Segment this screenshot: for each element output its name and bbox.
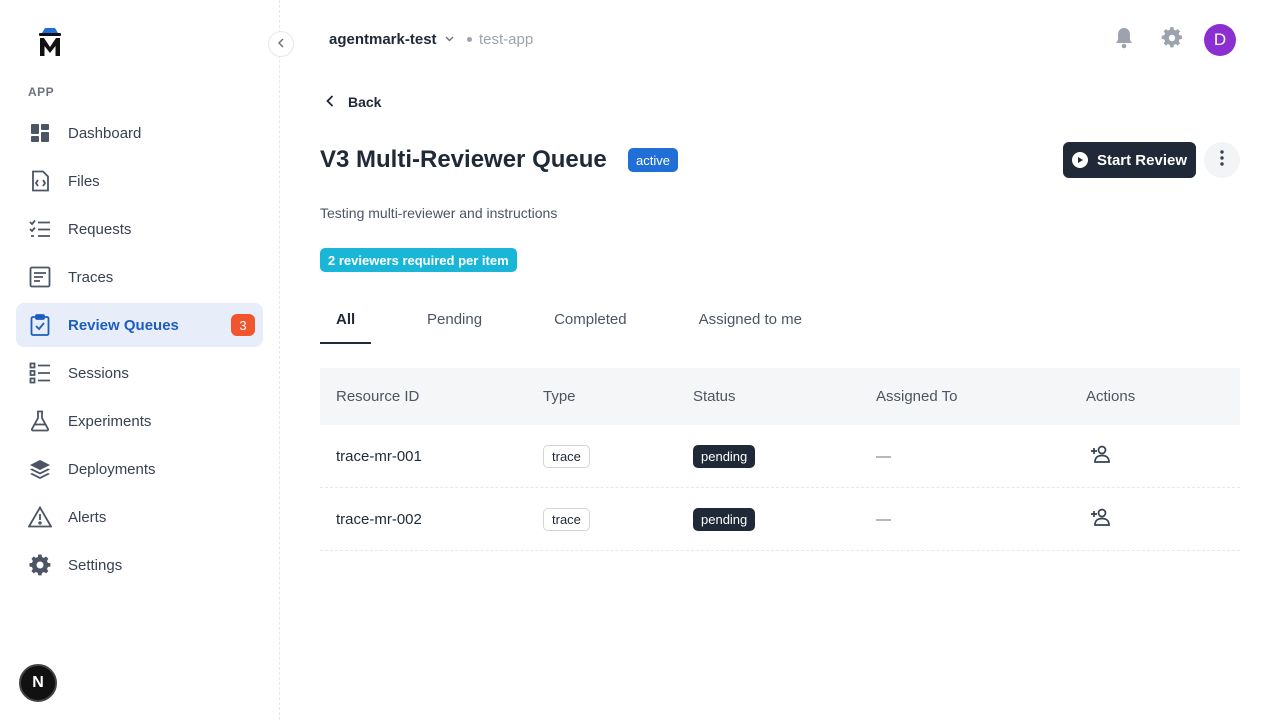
back-label: Back <box>348 94 382 110</box>
sidebar-item-requests[interactable]: Requests <box>16 207 263 251</box>
chevron-down-icon <box>445 34 454 45</box>
sidebar-item-label: Experiments <box>68 412 152 430</box>
status-badge: active <box>628 148 678 172</box>
tab-label: All <box>336 311 356 328</box>
document-icon <box>28 265 52 289</box>
resource-id-cell: trace-mr-002 <box>336 510 422 528</box>
bell-icon <box>1114 27 1134 54</box>
table-row[interactable]: trace-mr-002 trace pending — <box>320 488 1240 551</box>
table-header: Resource ID Type Status Assigned To Acti… <box>320 368 1240 425</box>
chevron-left-icon <box>326 94 334 110</box>
sidebar-item-label: Files <box>68 172 100 190</box>
sidebar-item-settings[interactable]: Settings <box>16 543 263 587</box>
sidebar-item-label: Traces <box>68 268 114 286</box>
dashboard-icon <box>28 121 52 145</box>
status-badge: pending <box>693 444 756 468</box>
sidebar-item-label: Alerts <box>68 508 107 526</box>
column-header-resource-id: Resource ID <box>336 388 420 405</box>
clipboard-check-icon <box>28 313 52 337</box>
tab-all[interactable]: All <box>320 300 371 344</box>
queue-tabs: All Pending Completed Assigned to me <box>320 300 802 344</box>
type-badge: trace <box>543 444 590 468</box>
column-header-type: Type <box>543 388 576 405</box>
code-file-icon <box>28 169 52 193</box>
sidebar-item-deployments[interactable]: Deployments <box>16 447 263 491</box>
queue-description: Testing multi-reviewer and instructions <box>320 205 558 221</box>
sidebar-item-label: Deployments <box>68 460 156 478</box>
reviewers-required-badge: 2 reviewers required per item <box>320 248 517 272</box>
type-badge: trace <box>543 507 590 531</box>
tab-label: Completed <box>554 311 627 328</box>
play-icon <box>1071 152 1088 168</box>
resource-id-cell: trace-mr-001 <box>336 447 422 465</box>
assigned-to-cell: — <box>876 447 891 465</box>
sidebar-item-sessions[interactable]: Sessions <box>16 351 263 395</box>
tab-label: Assigned to me <box>698 311 802 328</box>
settings-button[interactable] <box>1160 26 1184 54</box>
tab-assigned-to-me[interactable]: Assigned to me <box>699 300 802 344</box>
table-row[interactable]: trace-mr-001 trace pending — <box>320 425 1240 488</box>
gear-icon <box>1161 26 1183 54</box>
sidebar-item-traces[interactable]: Traces <box>16 255 263 299</box>
start-review-button[interactable]: Start Review <box>1063 142 1196 178</box>
list-tree-icon <box>28 361 52 385</box>
collapse-sidebar-button[interactable] <box>268 31 294 57</box>
sidebar-item-label: Settings <box>68 556 123 574</box>
gear-icon <box>28 553 52 577</box>
sidebar-nav: Dashboard Files Requests Traces Review Q… <box>16 111 263 591</box>
checklist-icon <box>28 217 52 241</box>
sidebar-item-files[interactable]: Files <box>16 159 263 203</box>
assigned-to-cell: — <box>876 510 891 528</box>
sidebar-item-experiments[interactable]: Experiments <box>16 399 263 443</box>
kebab-menu-icon <box>1220 149 1224 171</box>
sidebar-item-label: Sessions <box>68 364 129 382</box>
org-switcher[interactable]: agentmark-test <box>329 31 454 48</box>
assign-user-icon[interactable] <box>1090 508 1112 530</box>
sidebar: APP Dashboard Files Requests Traces Revi… <box>0 0 280 720</box>
sidebar-item-label: Dashboard <box>68 124 142 142</box>
user-avatar[interactable]: D <box>1204 24 1236 56</box>
app-breadcrumb[interactable]: test-app <box>467 31 533 48</box>
app-logo[interactable] <box>36 26 64 58</box>
app-name: test-app <box>479 31 534 48</box>
sidebar-item-label: Review Queues <box>68 316 179 334</box>
flask-icon <box>28 409 52 433</box>
chevron-left-icon <box>277 37 285 51</box>
warning-icon <box>28 505 52 529</box>
notifications-button[interactable] <box>1112 27 1136 54</box>
status-badge: pending <box>693 507 756 531</box>
column-header-status: Status <box>693 388 736 405</box>
org-name: agentmark-test <box>329 31 437 48</box>
sidebar-item-dashboard[interactable]: Dashboard <box>16 111 263 155</box>
review-queues-count-badge: 3 <box>231 314 255 336</box>
back-button[interactable]: Back <box>326 94 381 110</box>
sidebar-item-alerts[interactable]: Alerts <box>16 495 263 539</box>
sidebar-item-label: Requests <box>68 220 132 238</box>
tab-pending[interactable]: Pending <box>427 300 482 344</box>
page-title: V3 Multi-Reviewer Queue <box>320 146 607 173</box>
review-items-table: Resource ID Type Status Assigned To Acti… <box>320 368 1240 551</box>
tab-completed[interactable]: Completed <box>554 300 627 344</box>
nextjs-dev-button[interactable]: N <box>19 664 57 702</box>
assign-user-icon[interactable] <box>1090 445 1112 467</box>
column-header-assigned-to: Assigned To <box>876 388 958 405</box>
more-options-button[interactable] <box>1204 142 1240 178</box>
tab-label: Pending <box>427 311 483 328</box>
column-header-actions: Actions <box>1086 388 1136 405</box>
layers-icon <box>28 457 52 481</box>
start-review-label: Start Review <box>1096 151 1188 169</box>
breadcrumb-dot <box>467 37 472 42</box>
sidebar-item-review-queues[interactable]: Review Queues 3 <box>16 303 263 347</box>
app-section-label: APP <box>28 85 55 99</box>
